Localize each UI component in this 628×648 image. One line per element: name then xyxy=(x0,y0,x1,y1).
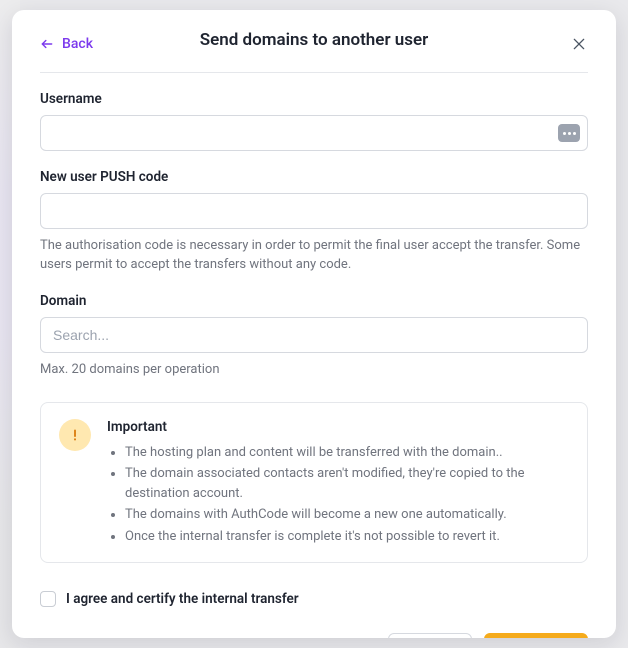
notice-title: Important xyxy=(107,419,569,435)
important-notice: Important The hosting plan and content w… xyxy=(40,402,588,564)
transfer-modal: Send domains to another user Back Userna… xyxy=(12,10,616,638)
submit-button[interactable]: Transferir xyxy=(484,633,588,638)
notice-body: Important The hosting plan and content w… xyxy=(107,419,569,549)
modal-footer: Cancel Transferir xyxy=(40,633,588,638)
domain-input-wrap xyxy=(40,317,588,353)
username-input-wrap xyxy=(40,115,588,151)
push-code-input[interactable] xyxy=(40,193,588,229)
back-label: Back xyxy=(62,36,93,52)
notice-item: The hosting plan and content will be tra… xyxy=(125,443,569,463)
close-icon xyxy=(571,36,587,52)
domain-help: Max. 20 domains per operation xyxy=(40,361,588,380)
exclamation-icon xyxy=(59,419,91,451)
arrow-left-icon xyxy=(40,37,54,51)
notice-item: The domains with AuthCode will become a … xyxy=(125,505,569,525)
close-button[interactable] xyxy=(570,35,588,53)
more-icon[interactable] xyxy=(558,124,580,142)
notice-item: Once the internal transfer is complete i… xyxy=(125,527,569,547)
agree-checkbox[interactable] xyxy=(40,591,56,607)
domain-label: Domain xyxy=(40,293,588,309)
push-code-label: New user PUSH code xyxy=(40,169,588,185)
modal-header: Back xyxy=(40,30,588,58)
username-label: Username xyxy=(40,91,588,107)
agree-label: I agree and certify the internal transfe… xyxy=(66,591,299,607)
notice-list: The hosting plan and content will be tra… xyxy=(107,443,569,547)
username-input[interactable] xyxy=(40,115,588,151)
header-divider xyxy=(40,72,588,73)
cancel-button[interactable]: Cancel xyxy=(388,633,473,638)
agree-row: I agree and certify the internal transfe… xyxy=(40,591,588,607)
domain-search-input[interactable] xyxy=(40,317,588,353)
push-code-help: The authorisation code is necessary in o… xyxy=(40,237,588,275)
push-code-input-wrap xyxy=(40,193,588,229)
notice-item: The domain associated contacts aren't mo… xyxy=(125,464,569,503)
back-button[interactable]: Back xyxy=(40,36,93,52)
